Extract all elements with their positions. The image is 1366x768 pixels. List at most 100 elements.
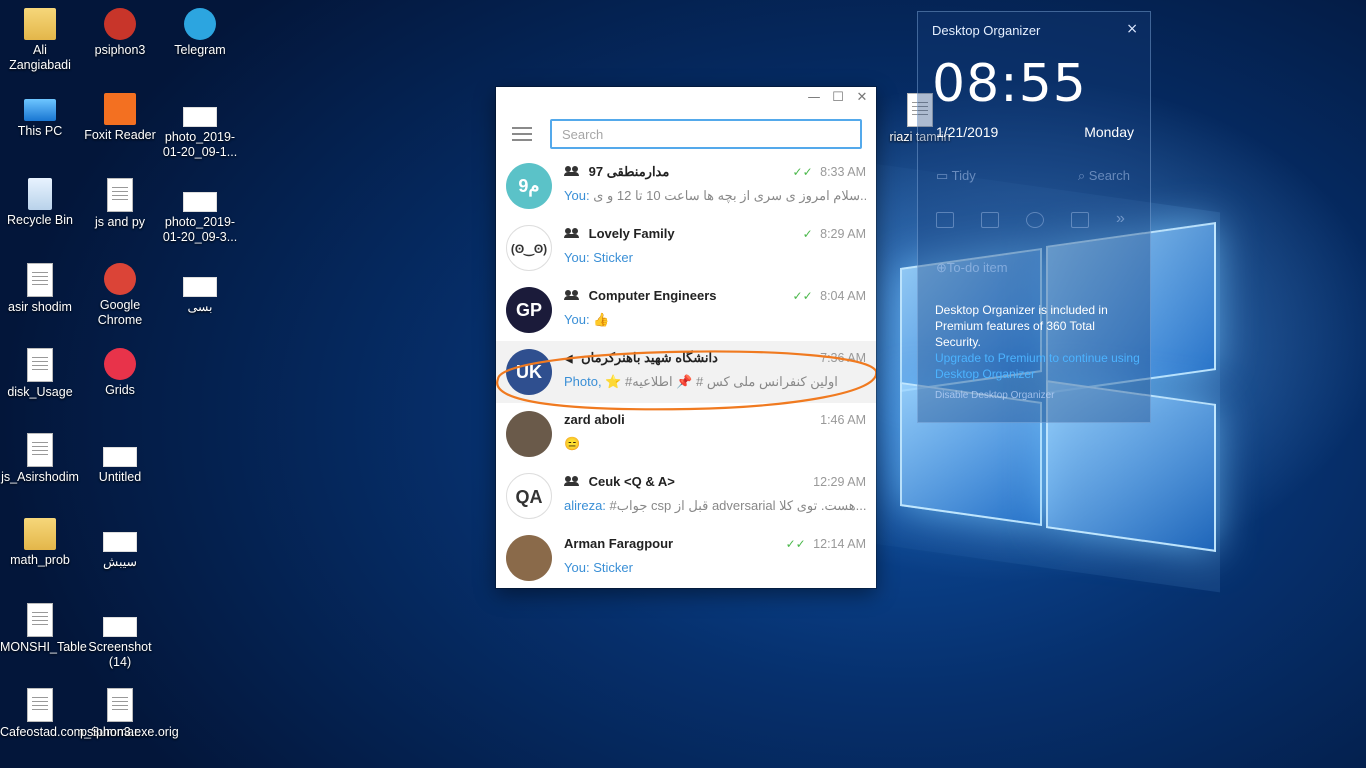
desktop-icon[interactable]: Grids (80, 348, 160, 398)
desktop-icon[interactable]: بسی (160, 263, 240, 315)
organizer-search-button[interactable]: ⌕ Search (1078, 168, 1130, 184)
chat-avatar: GP (506, 287, 552, 333)
chat-name: Lovely Family (564, 226, 675, 241)
organizer-more-icon[interactable]: » (1116, 210, 1125, 228)
chat-message: سلام امروز ی سری از بچه ها ساعت 10 تا 12… (593, 188, 866, 203)
desktop-icon[interactable]: Telegram (160, 8, 240, 58)
chat-name: Computer Engineers (564, 288, 716, 303)
desktop-icon[interactable]: psiphon3 (80, 8, 160, 58)
avatar-text: م9 (518, 176, 540, 196)
folder-icon (24, 8, 56, 40)
desktop-icon[interactable]: This PC (0, 93, 80, 139)
desktop-icon[interactable]: js and py (80, 178, 160, 230)
chat-preview: You: Sticker (564, 250, 866, 265)
desktop-icon[interactable]: Screenshot (14) (80, 603, 160, 670)
chat-time-text: 8:04 AM (820, 289, 866, 303)
chat-row[interactable]: Arman Faragpour ✓✓ 12:14 AM You: Sticker (496, 527, 876, 588)
chat-time-text: 8:33 AM (820, 165, 866, 179)
desktop-icon-label: Ali Zangiabadi (9, 43, 71, 72)
read-check-icon: ✓✓ (792, 289, 813, 303)
desktop-icon[interactable]: Untitled (80, 433, 160, 485)
chat-title: مدارمنطقی 97 (588, 164, 670, 179)
desktop-icon[interactable]: Foxit Reader (80, 93, 160, 143)
organizer-search-label: Search (1088, 168, 1130, 183)
organizer-tool-icon[interactable] (1026, 212, 1044, 228)
desktop-icon-label: بسی (187, 300, 213, 314)
chat-title: Arman Faragpour (564, 536, 674, 551)
clock-date: 1/21/2019 (936, 124, 999, 140)
desktop-icon[interactable]: photo_2019-01-20_09-3... (160, 178, 240, 245)
desktop-icon[interactable]: Ali Zangiabadi (0, 8, 80, 73)
folder-icon (24, 518, 56, 550)
group-icon (564, 228, 580, 238)
desktop-icon-label: math_prob (10, 553, 70, 567)
chat-message: Sticker (593, 250, 633, 265)
desktop-icon-label: MONSHI_Table (0, 640, 87, 654)
desktop-icon[interactable]: js_Asirshodim (0, 433, 80, 485)
organizer-close-button[interactable]: × (1126, 21, 1138, 37)
search-input[interactable] (550, 119, 862, 149)
chat-time: ✓✓ 8:33 AM (793, 165, 866, 179)
chat-avatar: QA (506, 473, 552, 519)
chat-preview: You: سلام امروز ی سری از بچه ها ساعت 10 … (564, 188, 866, 204)
avatar-text: GP (515, 300, 542, 320)
desktop-icon-label: psiphon3.exe.orig (80, 725, 179, 739)
installer-icon (27, 688, 53, 722)
disable-organizer-link[interactable]: Disable Desktop Organizer (935, 390, 1055, 401)
organizer-tool-icon[interactable] (936, 212, 954, 228)
tidy-button[interactable]: ▭ Tidy (936, 168, 976, 184)
image-icon (183, 192, 217, 212)
chat-preview: 😑 (564, 436, 866, 452)
chat-avatar: م9 (506, 163, 552, 209)
title-bar[interactable]: — ☐ ✕ (496, 87, 876, 109)
image-icon (183, 107, 217, 127)
chat-name: Arman Faragpour (564, 536, 673, 551)
desktop-icon[interactable]: asir shodim (0, 263, 80, 315)
desktop-icon[interactable]: psiphon3.exe.orig (80, 688, 179, 740)
image-icon (103, 447, 137, 467)
desktop-icon[interactable]: Cafeostad.com_Summar... (0, 688, 148, 740)
document-icon (27, 603, 53, 637)
chat-time: ✓✓ 12:14 AM (786, 537, 866, 551)
desktop-icon-label: photo_2019-01-20_09-1... (162, 130, 238, 159)
desktop-organizer-panel: Desktop Organizer × 08:55 1/21/2019 Mond… (917, 11, 1151, 423)
desktop-icon[interactable]: Google Chrome (80, 263, 160, 328)
organizer-tool-icon[interactable] (981, 212, 999, 228)
chat-preview: You: Sticker (564, 560, 866, 575)
chat-row[interactable]: (ʘ‿ʘ) Lovely Family ✓ 8:29 AM You: Stick… (496, 217, 876, 279)
chat-time: ✓✓ 8:04 AM (793, 289, 866, 303)
chat-row[interactable]: GP Computer Engineers ✓✓ 8:04 AM You: 👍 (496, 279, 876, 341)
chat-sender: You: (564, 312, 590, 327)
desktop-icon-label: js and py (94, 215, 146, 229)
hamburger-menu-icon[interactable] (512, 127, 532, 141)
chat-row[interactable]: م9 مدارمنطقی 97 ✓✓ 8:33 AM You: سلام امر… (496, 155, 876, 217)
desktop-icon-label: disk_Usage (7, 385, 73, 399)
avatar-text: QA (515, 487, 543, 507)
telegram-window[interactable]: — ☐ ✕ م9 مدارمنطقی 97 ✓✓ 8:33 AM You: سل… (496, 87, 876, 588)
chat-sender: You: (564, 250, 590, 265)
desktop-icon-label: Telegram (174, 43, 226, 57)
desktop-icon[interactable]: photo_2019-01-20_09-1... (160, 93, 240, 160)
document-icon (107, 178, 133, 212)
desktop-icon-label: This PC (17, 124, 63, 138)
desktop-icon[interactable]: MONSHI_Table (0, 603, 87, 655)
upgrade-link[interactable]: Upgrade to Premium to continue using Des… (935, 351, 1140, 381)
todo-item-button[interactable]: ⊕To-do item (936, 260, 1008, 276)
close-button[interactable]: ✕ (852, 89, 872, 107)
desktop-icon-label: Foxit Reader (84, 128, 156, 142)
minimize-button[interactable]: — (804, 89, 824, 107)
maximize-button[interactable]: ☐ (828, 89, 848, 107)
chat-avatar (506, 535, 552, 581)
organizer-tool-icon[interactable] (1071, 212, 1089, 228)
desktop-icon[interactable]: math_prob (0, 518, 80, 568)
chat-row[interactable]: QA Ceuk <Q & A> 12:29 AM alireza: #جواب … (496, 465, 876, 527)
image-icon (103, 617, 137, 637)
desktop-icon-label: photo_2019-01-20_09-3... (162, 215, 238, 244)
desktop-icon[interactable]: disk_Usage (0, 348, 80, 400)
desktop-icon[interactable]: سیبش (80, 518, 160, 570)
pdf-icon (104, 93, 136, 125)
desktop-icon-label: سیبش (103, 555, 137, 569)
group-icon (564, 290, 580, 300)
chat-sender: alireza: (564, 498, 606, 513)
desktop-icon[interactable]: Recycle Bin (0, 178, 80, 228)
